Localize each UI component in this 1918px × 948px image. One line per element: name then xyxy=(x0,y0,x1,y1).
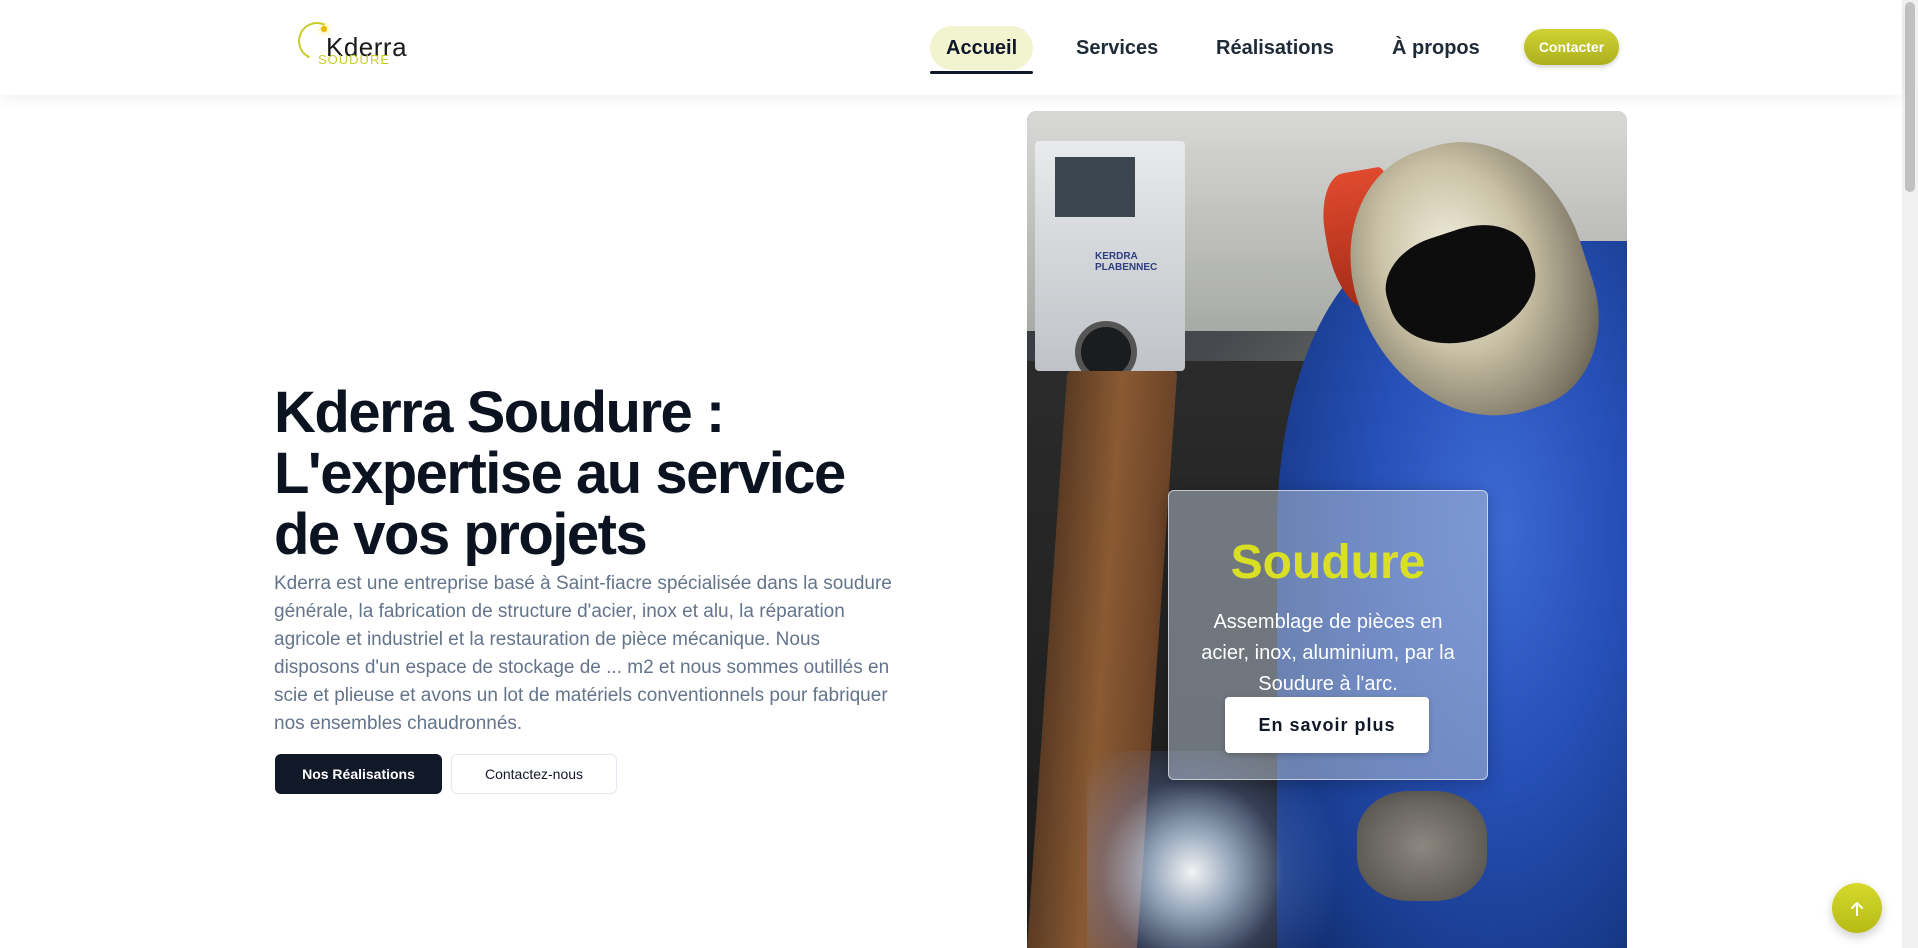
nav-item-realisations[interactable]: Réalisations xyxy=(1200,26,1350,70)
truck-window xyxy=(1055,157,1135,217)
our-projects-button[interactable]: Nos Réalisations xyxy=(275,754,442,794)
nav-item-services[interactable]: Services xyxy=(1060,26,1174,70)
truck-lettering: KERDRA PLABENNEC xyxy=(1095,251,1158,273)
kderra-logo[interactable]: Kderra SOUDURE xyxy=(292,16,407,70)
learn-more-button[interactable]: En savoir plus xyxy=(1225,697,1429,753)
arrow-up-icon xyxy=(1848,895,1866,920)
card-description: Assemblage de pièces en acier, inox, alu… xyxy=(1201,611,1455,695)
back-to-top-button[interactable] xyxy=(1832,883,1882,933)
hero-title: Kderra Soudure : L'expertise au service … xyxy=(274,380,846,567)
contact-us-button[interactable]: Contactez-nous xyxy=(451,754,617,794)
logo-tagline-text: SOUDURE xyxy=(318,52,391,67)
truck-image: KERDRA PLABENNEC xyxy=(1035,141,1185,383)
nav-item-a-propos[interactable]: À propos xyxy=(1376,26,1496,70)
service-feature-card: Soudure Assemblage de pièces en acier, i… xyxy=(1168,490,1488,780)
card-title: Soudure xyxy=(1230,536,1426,589)
hero-description: Kderra est une entreprise basé à Saint-f… xyxy=(274,573,892,734)
scrollbar-thumb[interactable] xyxy=(1905,2,1915,192)
site-header: Kderra SOUDURE Accueil Services Réalisat… xyxy=(0,0,1902,95)
nav-item-accueil[interactable]: Accueil xyxy=(930,26,1034,74)
contact-button[interactable]: Contacter xyxy=(1524,29,1619,65)
welding-sparks xyxy=(1087,751,1387,948)
page-scrollbar[interactable] xyxy=(1902,0,1918,948)
